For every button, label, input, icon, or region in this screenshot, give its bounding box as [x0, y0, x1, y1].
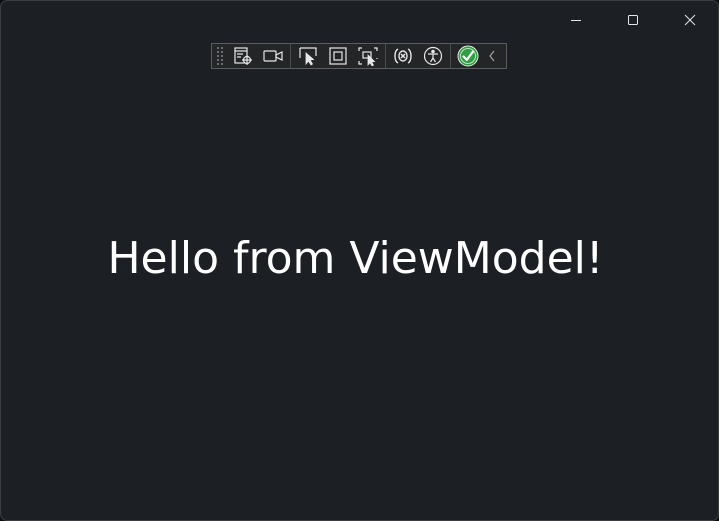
display-layout-adorners-icon: [328, 46, 348, 66]
toolbar-grip[interactable]: [214, 45, 226, 67]
go-to-live-visual-tree-button[interactable]: [228, 44, 258, 68]
close-icon: [684, 14, 696, 26]
minimize-icon: [570, 14, 582, 26]
toolbar-group-live-tree: [226, 44, 290, 68]
display-layout-adorners-button[interactable]: [323, 44, 353, 68]
collapse-toolbar-button[interactable]: [483, 44, 501, 68]
video-camera-icon: [262, 47, 284, 65]
maximize-icon: [627, 14, 639, 26]
toolbar-group-checker: [451, 44, 503, 68]
track-focused-element-icon: [357, 46, 379, 66]
hot-reload-recording-button[interactable]: [258, 44, 288, 68]
collapse-chevron-icon: [487, 49, 497, 63]
accessibility-button[interactable]: [418, 44, 448, 68]
viewmodel-message: Hello from ViewModel!: [107, 233, 604, 284]
binding-failures-button[interactable]: [388, 44, 418, 68]
minimize-button[interactable]: [547, 1, 604, 39]
select-element-icon: [298, 46, 318, 66]
caption-buttons: [547, 1, 718, 39]
close-button[interactable]: [661, 1, 718, 39]
app-window: Hello from ViewModel!: [0, 0, 719, 521]
select-element-button[interactable]: [293, 44, 323, 68]
visual-tree-icon: [233, 46, 253, 66]
maximize-button[interactable]: [604, 1, 661, 39]
accessibility-checker-ok-icon: [457, 45, 479, 67]
track-focused-element-button[interactable]: [353, 44, 383, 68]
binding-failures-icon: [392, 46, 414, 66]
accessibility-icon: [423, 46, 443, 66]
toolbar-group-diagnostics: [386, 44, 450, 68]
xaml-debug-toolbar: [211, 43, 507, 69]
accessibility-checker-button[interactable]: [453, 44, 483, 68]
toolbar-group-selection: [291, 44, 385, 68]
